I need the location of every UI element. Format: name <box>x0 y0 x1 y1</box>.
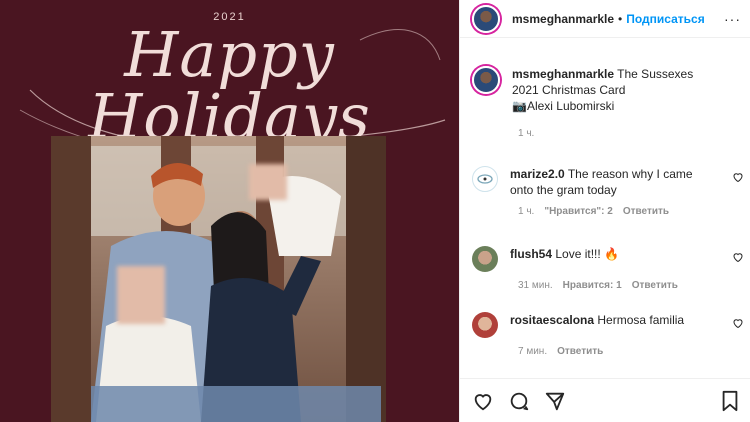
post-image[interactable]: 2021 Happy Holidays <box>0 0 459 422</box>
commenter-username[interactable]: flush54 <box>510 247 552 261</box>
comment-time[interactable]: 1 ч. <box>518 206 534 217</box>
caption-avatar[interactable] <box>472 66 500 94</box>
commenter-username[interactable]: rositaescalona <box>510 313 594 327</box>
reply-button[interactable]: Ответить <box>557 346 603 357</box>
comment-time[interactable]: 7 мин. <box>518 346 547 357</box>
post-sidebar: msmeghanmarkle • Подписаться ··· msmegha… <box>459 0 750 422</box>
post-header: msmeghanmarkle • Подписаться ··· <box>460 0 750 38</box>
comment-item: flush54 Love it!!! 🔥 31 мин. Нравится: 1… <box>472 246 744 291</box>
comment-text: Hermosa familia <box>597 313 685 327</box>
blurred-face <box>117 266 165 324</box>
post-caption: msmeghanmarkle The Sussexes 2021 Christm… <box>472 66 744 139</box>
greeting-headline: Happy Holidays <box>88 18 371 153</box>
heart-small-icon[interactable] <box>732 317 744 329</box>
divider <box>460 378 750 379</box>
comment-icon[interactable] <box>508 390 530 412</box>
comment-item: rositaescalona Hermosa familia 7 мин. От… <box>472 312 744 357</box>
photo-scene <box>51 136 386 422</box>
comment-item: marize2.0 The reason why I came onto the… <box>472 166 744 217</box>
blurred-face <box>249 164 287 200</box>
author-username[interactable]: msmeghanmarkle <box>512 12 614 26</box>
commenter-avatar[interactable] <box>472 246 498 272</box>
caption-username[interactable]: msmeghanmarkle <box>512 67 614 81</box>
bookmark-icon[interactable] <box>720 390 740 412</box>
car-logo-icon <box>477 174 493 184</box>
comment-time[interactable]: 31 мин. <box>518 280 553 291</box>
caption-time[interactable]: 1 ч. <box>518 128 534 139</box>
follow-button[interactable]: Подписаться <box>626 12 704 26</box>
family-photo <box>51 136 386 422</box>
comment-likes[interactable]: Нравится: 1 <box>563 280 622 291</box>
comment-likes[interactable]: "Нравится": 2 <box>544 206 613 217</box>
comment-text: Love it!!! 🔥 <box>555 247 619 261</box>
photo-credit: 📷Alexi Lubomirski <box>512 99 615 113</box>
heart-small-icon[interactable] <box>732 251 744 263</box>
commenter-avatar[interactable] <box>472 166 498 192</box>
share-icon[interactable] <box>544 390 566 412</box>
reply-button[interactable]: Ответить <box>632 280 678 291</box>
commenter-username[interactable]: marize2.0 <box>510 167 565 181</box>
reply-button[interactable]: Ответить <box>623 206 669 217</box>
heart-small-icon[interactable] <box>732 171 744 183</box>
heart-icon[interactable] <box>472 390 494 412</box>
more-options-icon[interactable]: ··· <box>724 11 741 27</box>
separator-dot: • <box>618 11 623 26</box>
author-avatar[interactable] <box>472 4 500 33</box>
action-bar <box>472 390 566 412</box>
commenter-avatar[interactable] <box>472 312 498 338</box>
